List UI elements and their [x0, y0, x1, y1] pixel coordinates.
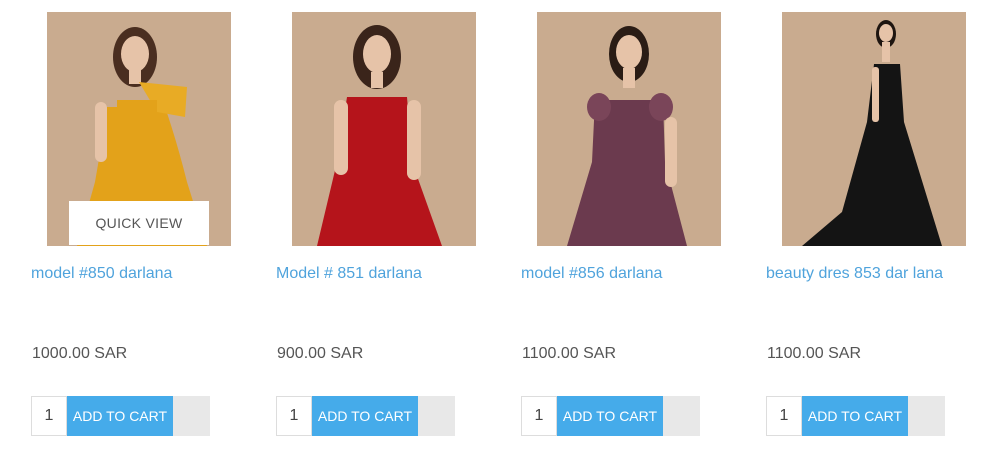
add-to-cart-button[interactable]: ADD TO CART: [312, 396, 418, 436]
add-to-cart-extra[interactable]: [908, 396, 945, 436]
product-image[interactable]: [537, 12, 721, 246]
product-price: 1100.00 SAR: [767, 345, 861, 362]
add-to-cart-extra[interactable]: [663, 396, 700, 436]
quantity-input[interactable]: [521, 396, 557, 436]
product-price: 1100.00 SAR: [522, 345, 616, 362]
product-image[interactable]: [782, 12, 966, 246]
product-image[interactable]: [292, 12, 476, 246]
product-title-link[interactable]: model #856 darlana: [521, 265, 761, 283]
product-card: QUICK VIEW model #850 darlana 1000.00 SA…: [31, 0, 276, 464]
product-card: Model # 851 darlana 900.00 SAR ADD TO CA…: [276, 0, 521, 464]
quick-view-button[interactable]: QUICK VIEW: [69, 201, 209, 245]
product-card: beauty dres 853 dar lana 1100.00 SAR ADD…: [766, 0, 985, 464]
product-price: 900.00 SAR: [277, 345, 364, 362]
quantity-input[interactable]: [276, 396, 312, 436]
dress-photo: [782, 12, 966, 246]
add-to-cart-button[interactable]: ADD TO CART: [802, 396, 908, 436]
add-to-cart-button[interactable]: ADD TO CART: [67, 396, 173, 436]
product-image[interactable]: QUICK VIEW: [47, 12, 231, 246]
product-price: 1000.00 SAR: [32, 345, 128, 362]
product-title-link[interactable]: Model # 851 darlana: [276, 265, 516, 283]
add-to-cart-extra[interactable]: [173, 396, 210, 436]
product-title-link[interactable]: model #850 darlana: [31, 265, 271, 283]
dress-photo: [292, 12, 476, 246]
quantity-input[interactable]: [31, 396, 67, 436]
dress-photo: [537, 12, 721, 246]
add-to-cart-extra[interactable]: [418, 396, 455, 436]
quantity-input[interactable]: [766, 396, 802, 436]
product-title-link[interactable]: beauty dres 853 dar lana: [766, 265, 985, 283]
add-to-cart-button[interactable]: ADD TO CART: [557, 396, 663, 436]
product-card: model #856 darlana 1100.00 SAR ADD TO CA…: [521, 0, 766, 464]
